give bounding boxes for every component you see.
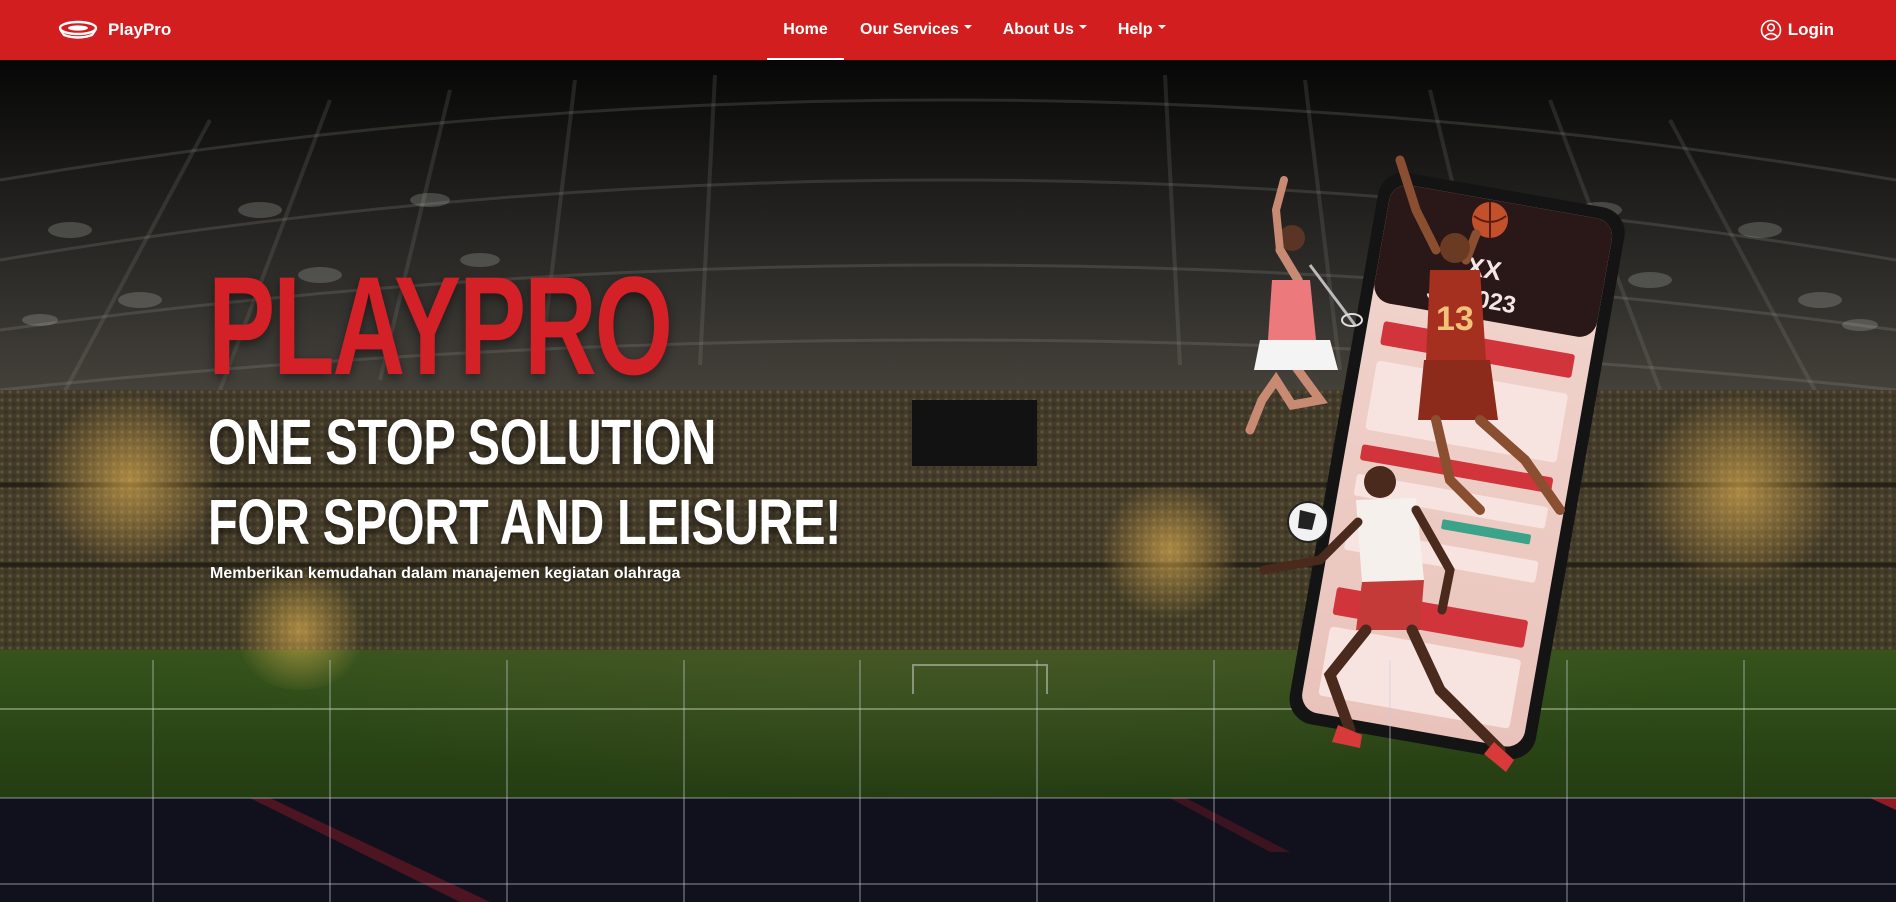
- nav-home-label: Home: [783, 21, 828, 38]
- stadium-light-glow: [40, 390, 220, 570]
- login-button[interactable]: Login: [1760, 0, 1834, 60]
- login-label: Login: [1787, 20, 1834, 39]
- caret-down-icon: [1078, 25, 1087, 29]
- brand-name: PlayPro: [108, 20, 172, 39]
- nav-about-us-label: About Us: [1002, 21, 1074, 38]
- stadium-light-glow: [1640, 390, 1840, 590]
- nav-about-us[interactable]: About Us: [1003, 0, 1087, 60]
- hero-title: PLAYPRO: [208, 247, 673, 404]
- bottom-band: [0, 798, 1896, 902]
- stadium-light-glow: [230, 570, 370, 690]
- hero-description: Memberikan kemudahan dalam manajemen keg…: [210, 565, 681, 582]
- stadium-logo-icon: [58, 20, 98, 39]
- nav-our-services-label: Our Services: [860, 21, 959, 38]
- jersey-number: 13: [1436, 300, 1474, 338]
- brand-link[interactable]: PlayPro: [58, 18, 171, 42]
- nav-home[interactable]: Home: [767, 0, 844, 60]
- red-accent-stripes: [250, 798, 1896, 902]
- hero-subtitle-line-2: FOR SPORT AND LEISURE!: [208, 486, 841, 558]
- user-circle-icon: [1760, 19, 1782, 41]
- hero-athletes-phone-illustration: XX JA 2023: [1245, 155, 1625, 772]
- hero-subtitle-line-1: ONE STOP SOLUTION: [208, 406, 716, 478]
- caret-down-icon: [1157, 25, 1166, 29]
- scoreboard-screen: [912, 400, 1037, 466]
- goal-post: [912, 664, 1048, 694]
- nav-help-label: Help: [1117, 21, 1153, 38]
- main-nav: Home Our Services About Us Help: [767, 0, 1166, 60]
- top-navbar: PlayPro Home Our Services About Us Help …: [0, 0, 1896, 60]
- nav-help[interactable]: Help: [1118, 0, 1166, 60]
- caret-down-icon: [963, 25, 972, 29]
- nav-our-services[interactable]: Our Services: [860, 0, 972, 60]
- hero-section: PLAYPRO ONE STOP SOLUTION FOR SPORT AND …: [0, 60, 1896, 798]
